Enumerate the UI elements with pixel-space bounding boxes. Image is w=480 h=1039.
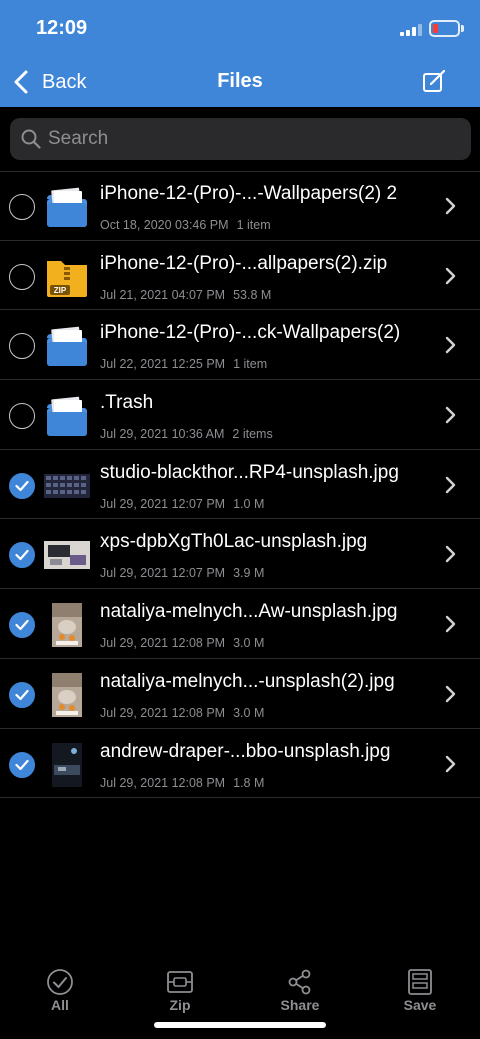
- file-size: 1.0 M: [233, 496, 265, 511]
- cellular-signal-icon: [400, 24, 422, 36]
- file-size: 1 item: [236, 218, 271, 232]
- file-row[interactable]: xps-dpbXgTh0Lac-unsplash.jpg Jul 29, 2021…: [0, 519, 480, 590]
- file-name: iPhone-12-(Pro)-...allpapers(2).zip: [100, 252, 388, 274]
- file-size: 1.8 M: [233, 775, 265, 790]
- folder-icon: [44, 394, 90, 438]
- file-meta: Jul 29, 2021 12:08 PM 1.8 M: [100, 776, 264, 790]
- checkbox-checked-icon[interactable]: [9, 472, 35, 499]
- image-thumbnail: [44, 672, 90, 717]
- file-meta: Jul 29, 2021 12:08 PM 3.0 M: [100, 636, 264, 650]
- share-icon: [288, 969, 311, 995]
- compose-icon: [423, 69, 446, 92]
- battery-nub: [461, 25, 464, 32]
- battery-icon: [429, 20, 460, 37]
- storage-icon: [408, 969, 432, 995]
- check-circle-icon: [47, 969, 73, 995]
- checkbox-checked-icon[interactable]: [9, 681, 35, 708]
- search-icon: [21, 129, 41, 149]
- file-meta: Jul 29, 2021 12:07 PM 1.0 M: [100, 497, 264, 511]
- archive-icon: [167, 971, 193, 993]
- save-label: Save: [403, 997, 437, 1013]
- chevron-right-icon: [445, 755, 456, 772]
- file-date: Jul 21, 2021 04:07 PM: [100, 287, 226, 302]
- image-thumbnail: [44, 533, 90, 577]
- checkbox-checked-icon[interactable]: [9, 542, 35, 569]
- file-date: Jul 29, 2021 12:08 PM: [100, 636, 226, 651]
- chevron-right-icon: [445, 197, 456, 215]
- file-meta: Jul 29, 2021 12:08 PM 3.0 M: [100, 706, 264, 720]
- status-time: 12:09: [36, 17, 88, 39]
- chevron-right-icon: [445, 476, 456, 493]
- file-date: Jul 29, 2021 12:08 PM: [100, 775, 226, 790]
- zip-file-icon: ZIP: [44, 255, 90, 299]
- chevron-right-icon: [445, 546, 456, 563]
- file-name: nataliya-melnych...Aw-unsplash.jpg: [100, 601, 398, 623]
- svg-text:ZIP: ZIP: [54, 286, 67, 295]
- zip-button[interactable]: Zip: [140, 960, 220, 1013]
- chevron-right-icon: [445, 337, 456, 354]
- chevron-right-icon: [445, 406, 456, 424]
- page-title: Files: [217, 70, 263, 92]
- image-thumbnail: [44, 742, 90, 787]
- file-name: studio-blackthor...RP4-unsplash.jpg: [100, 461, 399, 483]
- file-date: Jul 29, 2021 12:08 PM: [100, 705, 226, 720]
- zip-label: Zip: [169, 997, 191, 1013]
- file-name: xps-dpbXgTh0Lac-unsplash.jpg: [100, 531, 368, 553]
- file-name: iPhone-12-(Pro)-...-Wallpapers(2) 2: [100, 183, 398, 204]
- file-size: 3.9 M: [233, 566, 265, 581]
- file-list: iPhone-12-(Pro)-...-Wallpapers(2) 2 Oct 1…: [0, 171, 480, 799]
- file-row[interactable]: studio-blackthor...RP4-unsplash.jpg Jul 2…: [0, 450, 480, 520]
- checkbox-empty-icon[interactable]: [9, 194, 35, 220]
- file-size: 3.0 M: [233, 636, 265, 651]
- chevron-right-icon: [445, 685, 456, 703]
- checkbox-checked-icon[interactable]: [9, 751, 35, 778]
- file-row[interactable]: ZIP iPhone-12-(Pro)-...allpapers(2).zip Ju…: [0, 241, 480, 311]
- navigation-header: 12:09 Back Files: [0, 0, 480, 107]
- folder-icon: [44, 185, 90, 229]
- checkbox-empty-icon[interactable]: [9, 263, 35, 290]
- file-name: iPhone-12-(Pro)-...ck-Wallpapers(2): [100, 322, 401, 344]
- file-meta: Jul 22, 2021 12:25 PM 1 item: [100, 357, 267, 371]
- file-date: Oct 18, 2020 03:46 PM: [100, 218, 229, 232]
- file-size: 2 items: [232, 427, 273, 442]
- chevron-right-icon: [445, 267, 456, 284]
- file-date: Jul 22, 2021 12:25 PM: [100, 357, 226, 372]
- file-date: Jul 29, 2021 12:07 PM: [100, 496, 226, 511]
- file-name: .Trash: [100, 392, 154, 414]
- search-input[interactable]: [48, 128, 448, 150]
- file-size: 53.8 M: [233, 287, 272, 302]
- file-meta: Jul 29, 2021 12:07 PM 3.9 M: [100, 566, 264, 580]
- file-row[interactable]: iPhone-12-(Pro)-...-Wallpapers(2) 2 Oct 1…: [0, 171, 480, 241]
- share-button[interactable]: Share: [260, 960, 340, 1013]
- checkbox-empty-icon[interactable]: [9, 333, 35, 360]
- share-label: Share: [280, 997, 320, 1013]
- file-size: 1 item: [233, 357, 268, 372]
- file-row[interactable]: .Trash Jul 29, 2021 10:36 AM 2 items: [0, 380, 480, 450]
- file-date: Jul 29, 2021 12:07 PM: [100, 566, 226, 581]
- file-meta: Jul 29, 2021 10:36 AM 2 items: [100, 427, 273, 441]
- file-row[interactable]: nataliya-melnych...Aw-unsplash.jpg Jul 29…: [0, 589, 480, 659]
- file-meta: Jul 21, 2021 04:07 PM 53.8 M: [100, 288, 271, 302]
- checkbox-checked-icon[interactable]: [9, 612, 35, 639]
- file-row[interactable]: andrew-draper-...bbo-unsplash.jpg Jul 29,…: [0, 729, 480, 799]
- edit-button[interactable]: [421, 68, 447, 94]
- file-row[interactable]: nataliya-melnych...-unsplash(2).jpg Jul 2…: [0, 659, 480, 729]
- image-thumbnail: [44, 464, 90, 508]
- image-thumbnail: [44, 603, 90, 648]
- folder-icon: [44, 324, 90, 368]
- select-all-button[interactable]: All: [20, 960, 100, 1013]
- file-row[interactable]: iPhone-12-(Pro)-...ck-Wallpapers(2) Jul 2…: [0, 310, 480, 381]
- search-bar[interactable]: [10, 118, 471, 160]
- save-button[interactable]: Save: [380, 960, 460, 1013]
- select-all-label: All: [51, 997, 69, 1013]
- file-name: nataliya-melnych...-unsplash(2).jpg: [100, 670, 395, 692]
- file-meta: Oct 18, 2020 03:46 PM 1 item: [100, 218, 271, 232]
- home-indicator[interactable]: [154, 1022, 326, 1028]
- file-name: andrew-draper-...bbo-unsplash.jpg: [100, 740, 391, 762]
- file-date: Jul 29, 2021 10:36 AM: [100, 427, 225, 442]
- chevron-right-icon: [445, 615, 456, 633]
- file-size: 3.0 M: [233, 705, 265, 720]
- checkbox-empty-icon[interactable]: [9, 403, 35, 430]
- bottom-toolbar: All Zip Share Save: [0, 960, 480, 1020]
